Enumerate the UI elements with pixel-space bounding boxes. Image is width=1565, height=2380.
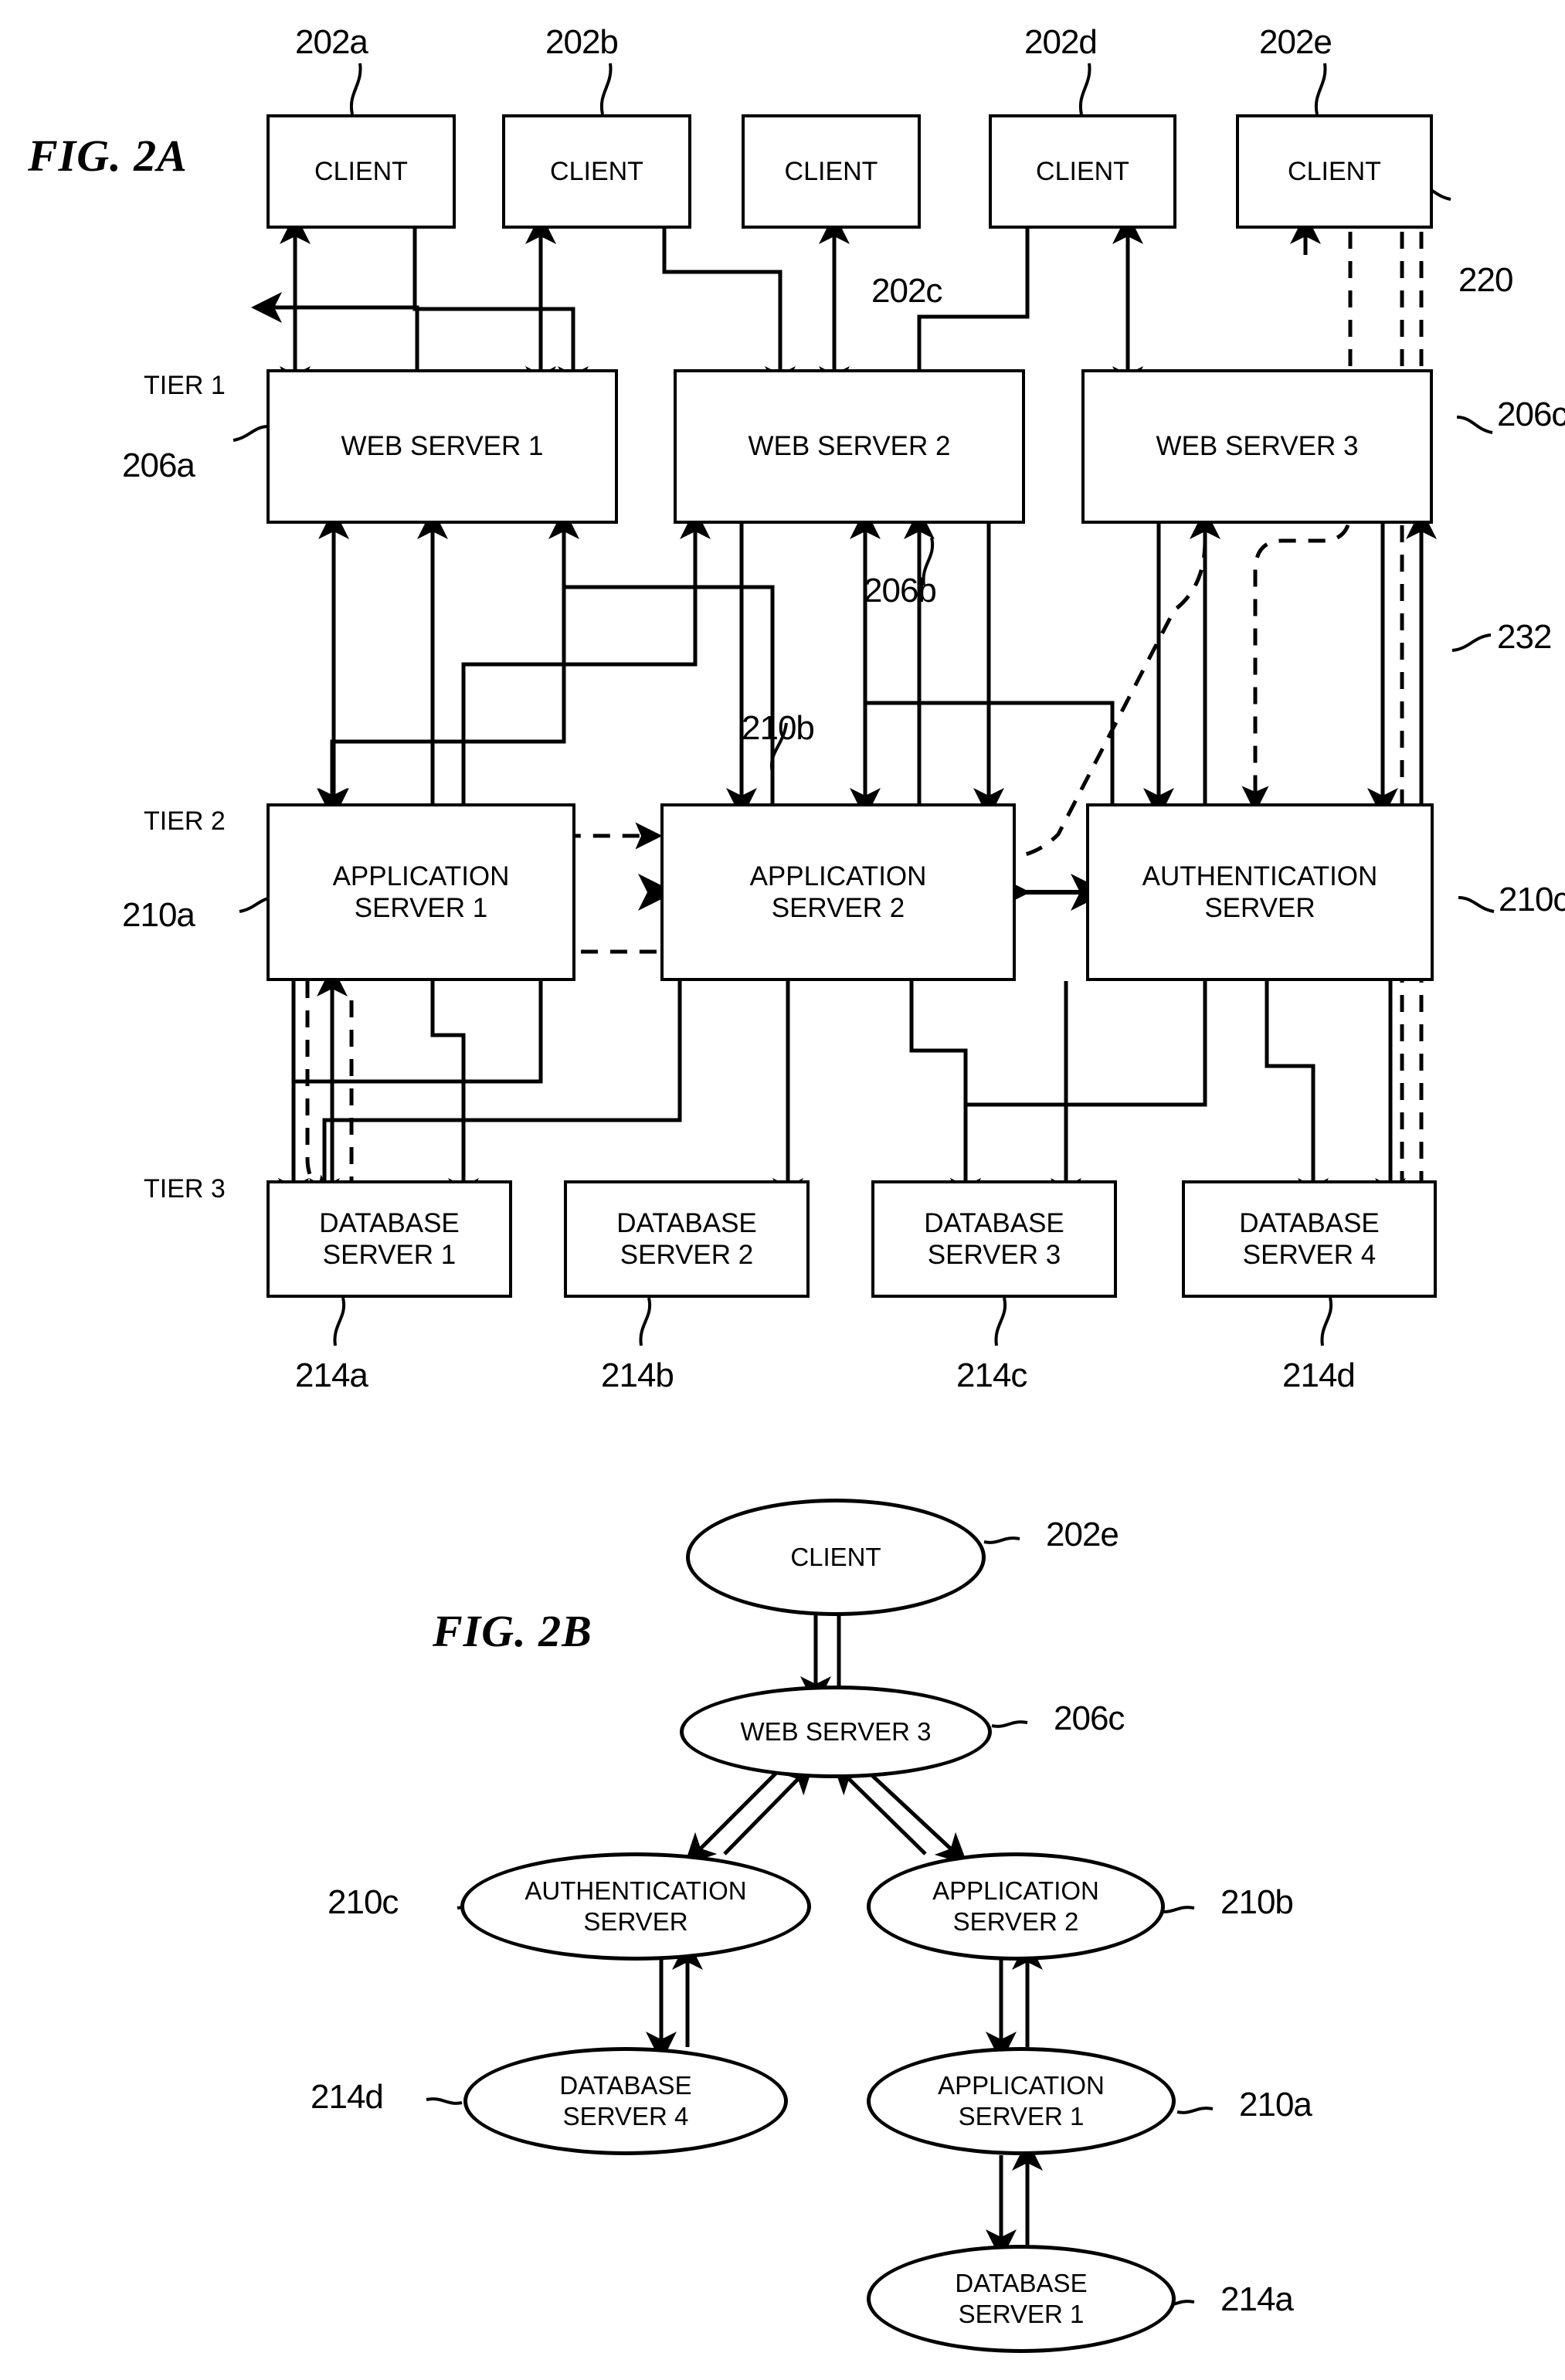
fig2b-node-authentication-server[interactable]: AUTHENTICATION SERVER xyxy=(460,1852,811,1961)
fig2b-node-application-server-1[interactable]: APPLICATION SERVER 1 xyxy=(867,2047,1176,2155)
authentication-server-label: AUTHENTICATION SERVER xyxy=(1142,861,1378,923)
tier-1-label: TIER 1 xyxy=(144,371,226,400)
fig2b-database-server-1-label: DATABASE SERVER 1 xyxy=(955,2269,1088,2328)
client-label: CLIENT xyxy=(1036,156,1129,186)
fig2b-database-server-4-label: DATABASE SERVER 4 xyxy=(559,2071,692,2130)
database-server-box-214a[interactable]: DATABASE SERVER 1 xyxy=(266,1180,512,1298)
ref-214d: 214d xyxy=(1282,1356,1356,1394)
ref-232-trace: 232 xyxy=(1497,618,1552,656)
client-box-202a[interactable]: CLIENT xyxy=(266,114,456,229)
web-server-label: WEB SERVER 1 xyxy=(341,431,544,462)
web-server-box-206c[interactable]: WEB SERVER 3 xyxy=(1081,369,1433,524)
client-to-web-arrows xyxy=(251,213,1321,402)
fig2b-ref-206c: 206c xyxy=(1054,1699,1125,1737)
client-label: CLIENT xyxy=(784,156,878,186)
web-server-box-206b[interactable]: WEB SERVER 2 xyxy=(674,369,1025,524)
tier-3-label: TIER 3 xyxy=(144,1174,226,1204)
database-server-label: DATABASE SERVER 1 xyxy=(319,1207,460,1270)
application-server-box-210a[interactable]: APPLICATION SERVER 1 xyxy=(266,803,575,981)
client-label: CLIENT xyxy=(550,156,643,186)
application-server-box-210b[interactable]: APPLICATION SERVER 2 xyxy=(660,803,1016,981)
ref-202d: 202d xyxy=(1024,23,1098,61)
fig2b-authentication-server-label: AUTHENTICATION SERVER xyxy=(524,1876,747,1936)
ref-202a: 202a xyxy=(295,23,368,61)
fig2b-node-database-server-4[interactable]: DATABASE SERVER 4 xyxy=(463,2047,788,2155)
database-server-box-214d[interactable]: DATABASE SERVER 4 xyxy=(1182,1180,1437,1298)
ref-202c: 202c xyxy=(871,272,942,310)
application-server-label: APPLICATION SERVER 1 xyxy=(332,861,510,923)
database-server-label: DATABASE SERVER 4 xyxy=(1239,1207,1380,1270)
fig2b-ref-214a: 214a xyxy=(1220,2280,1294,2318)
fig2b-web-server-label: WEB SERVER 3 xyxy=(740,1717,932,1747)
fig2b-title: FIG. 2B xyxy=(433,1606,592,1656)
database-server-label: DATABASE SERVER 3 xyxy=(924,1207,1064,1270)
client-box-202b[interactable]: CLIENT xyxy=(502,114,691,229)
fig2b-node-web-server-3[interactable]: WEB SERVER 3 xyxy=(680,1686,992,1778)
ref-202e: 202e xyxy=(1259,23,1332,61)
database-server-label: DATABASE SERVER 2 xyxy=(616,1207,757,1270)
fig2b-ref-210b: 210b xyxy=(1220,1883,1294,1921)
ref-214b: 214b xyxy=(601,1356,674,1394)
ref-220-trace: 220 xyxy=(1458,261,1513,299)
ref-202b: 202b xyxy=(545,23,619,61)
fig2b-node-application-server-2[interactable]: APPLICATION SERVER 2 xyxy=(867,1852,1165,1961)
client-box-202e[interactable]: CLIENT xyxy=(1236,114,1433,229)
ref-206b: 206b xyxy=(864,572,937,609)
fig2b-node-database-server-1[interactable]: DATABASE SERVER 1 xyxy=(867,2245,1176,2353)
ref-206a: 206a xyxy=(122,446,195,484)
web-server-label: WEB SERVER 2 xyxy=(748,431,951,462)
ref-210c: 210c xyxy=(1499,881,1565,918)
fig2b-ref-214d: 214d xyxy=(311,2078,384,2116)
patent-figure-sheet: FIG. 2A 202a 202b 202c 202d 202e CLIENT … xyxy=(0,0,1565,2380)
fig2b-client-label: CLIENT xyxy=(790,1543,881,1572)
ref-210a: 210a xyxy=(122,896,195,934)
reference-leader-lines xyxy=(233,63,1495,1346)
database-server-box-214c[interactable]: DATABASE SERVER 3 xyxy=(871,1180,1117,1298)
ref-214c: 214c xyxy=(956,1356,1027,1394)
authentication-server-box-210c[interactable]: AUTHENTICATION SERVER xyxy=(1086,803,1434,981)
application-server-label: APPLICATION SERVER 2 xyxy=(749,861,927,923)
fig2b-ref-202e: 202e xyxy=(1046,1516,1119,1553)
fig2b-ref-210a: 210a xyxy=(1239,2086,1312,2124)
web-server-box-206a[interactable]: WEB SERVER 1 xyxy=(266,369,618,524)
fig2a-title: FIG. 2A xyxy=(28,131,188,181)
ref-210b: 210b xyxy=(742,709,815,747)
fig2b-node-client[interactable]: CLIENT xyxy=(686,1499,986,1616)
client-box-202d[interactable]: CLIENT xyxy=(989,114,1176,229)
app-to-db-arrows xyxy=(278,966,1406,1209)
fig2b-ref-210c: 210c xyxy=(328,1883,399,1921)
client-label: CLIENT xyxy=(1288,156,1381,186)
fig2b-application-server-2-label: APPLICATION SERVER 2 xyxy=(932,1876,1099,1936)
client-label: CLIENT xyxy=(314,156,408,186)
web-server-label: WEB SERVER 3 xyxy=(1156,431,1359,462)
client-box-202c[interactable]: CLIENT xyxy=(742,114,921,229)
database-server-box-214b[interactable]: DATABASE SERVER 2 xyxy=(564,1180,810,1298)
ref-206c: 206c xyxy=(1497,396,1565,433)
ref-214a: 214a xyxy=(295,1356,368,1394)
tier-2-label: TIER 2 xyxy=(144,806,226,836)
fig2b-application-server-1-label: APPLICATION SERVER 1 xyxy=(938,2071,1105,2130)
